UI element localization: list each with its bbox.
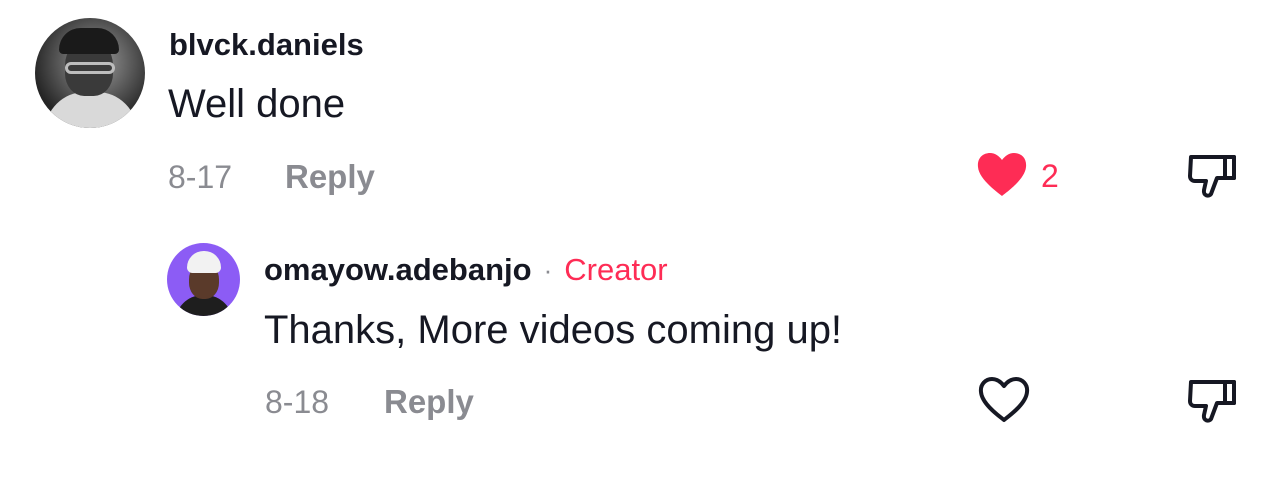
reply-text: Thanks, More videos coming up! [264, 308, 843, 352]
reply-header: omayow.adebanjo · Creator [264, 252, 668, 288]
reply-button[interactable]: Reply [285, 158, 375, 196]
heart-filled-icon [977, 153, 1027, 196]
avatar-hat [59, 28, 119, 54]
heart-outline-icon [978, 377, 1030, 422]
comment-text: Well done [168, 82, 346, 126]
reply-to-reply-button[interactable]: Reply [384, 383, 474, 421]
like-button[interactable] [976, 152, 1028, 198]
reply-date: 8-18 [265, 384, 330, 420]
avatar[interactable] [35, 18, 145, 128]
thumbs-down-icon [1188, 155, 1236, 198]
thumbs-down-icon [1188, 380, 1236, 423]
reply-dislike-button[interactable] [1187, 377, 1237, 425]
creator-avatar[interactable] [167, 243, 240, 316]
reply-like-button[interactable] [978, 377, 1030, 423]
avatar-glasses [65, 62, 115, 74]
like-count: 2 [1041, 158, 1059, 194]
creator-badge: Creator [564, 252, 668, 287]
avatar-hair [187, 251, 221, 273]
dislike-button[interactable] [1187, 152, 1237, 200]
separator-dot: · [543, 254, 553, 285]
comment-date: 8-17 [168, 159, 233, 195]
avatar-shirt [45, 92, 137, 128]
reply-username[interactable]: omayow.adebanjo [264, 252, 532, 288]
comment-username[interactable]: blvck.daniels [169, 27, 364, 63]
